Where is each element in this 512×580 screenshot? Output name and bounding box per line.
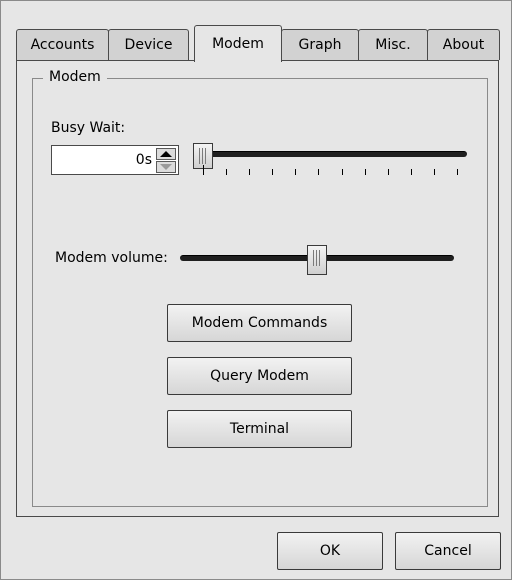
groupbox-title: Modem	[43, 69, 107, 85]
dialog-window: Accounts Device Modem Graph Misc. About …	[0, 0, 512, 580]
busy-wait-spinbox[interactable]: 0s	[51, 145, 179, 175]
slider-tick	[203, 165, 204, 175]
slider-handle[interactable]	[307, 245, 327, 275]
spin-up-button[interactable]	[156, 148, 176, 160]
busy-wait-label: Busy Wait:	[51, 120, 126, 136]
tab-page-modem: Modem Busy Wait: 0s Modem volume: Modem	[16, 60, 499, 517]
slider-tick	[295, 169, 297, 175]
slider-tick	[341, 169, 343, 175]
modem-volume-label: Modem volume:	[55, 250, 168, 266]
tab-misc[interactable]: Misc.	[358, 29, 428, 60]
slider-tick	[226, 169, 228, 175]
tab-device[interactable]: Device	[108, 29, 189, 60]
tab-modem[interactable]: Modem	[194, 25, 282, 62]
busy-wait-value: 0s	[135, 152, 152, 168]
slider-tick	[364, 169, 366, 175]
spin-down-button[interactable]	[156, 161, 176, 173]
slider-tick	[272, 169, 274, 175]
query-modem-button[interactable]: Query Modem	[167, 357, 352, 395]
slider-tick	[249, 169, 251, 175]
ok-button[interactable]: OK	[277, 532, 383, 570]
tab-accounts[interactable]: Accounts	[16, 29, 109, 60]
slider-tick	[318, 169, 320, 175]
arrow-down-icon	[160, 164, 172, 170]
slider-groove	[201, 151, 467, 157]
slider-tick	[410, 169, 412, 175]
modem-volume-slider[interactable]	[180, 242, 454, 275]
tab-graph[interactable]: Graph	[281, 29, 359, 60]
slider-tick	[387, 169, 389, 175]
tab-about[interactable]: About	[427, 29, 500, 60]
slider-tick	[433, 169, 435, 175]
cancel-button[interactable]: Cancel	[395, 532, 501, 570]
slider-tick	[457, 169, 458, 175]
tab-bar: Accounts Device Modem Graph Misc. About	[16, 25, 500, 62]
modem-commands-button[interactable]: Modem Commands	[167, 304, 352, 342]
busy-wait-slider[interactable]	[193, 143, 469, 177]
arrow-up-icon	[160, 151, 172, 157]
terminal-button[interactable]: Terminal	[167, 410, 352, 448]
